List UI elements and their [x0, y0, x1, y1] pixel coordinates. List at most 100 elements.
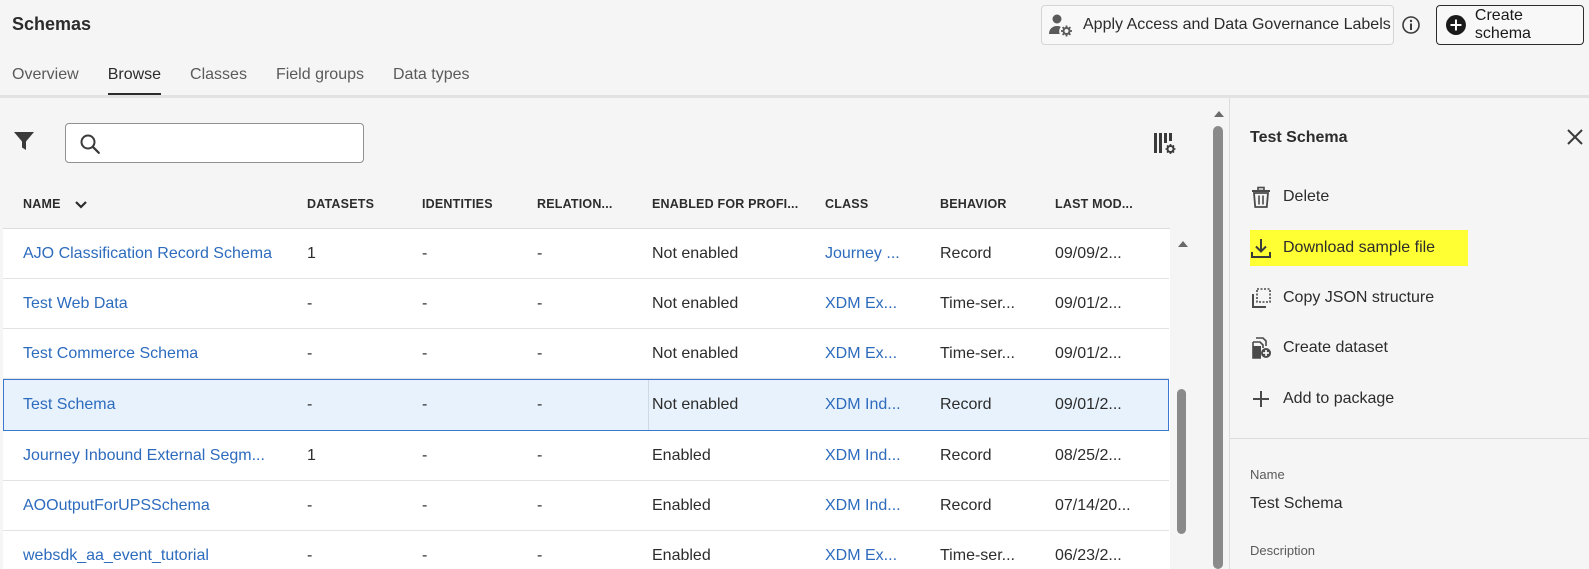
- last-modified-cell: 08/25/2...: [1055, 447, 1122, 464]
- copy-json-structure-action[interactable]: Copy JSON structure: [1250, 280, 1434, 316]
- trash-icon: [1252, 186, 1270, 208]
- add-to-package-action[interactable]: Add to package: [1250, 381, 1394, 417]
- identities-cell: -: [422, 345, 428, 362]
- description-label: Description: [1250, 543, 1316, 558]
- identities-cell: -: [422, 245, 428, 262]
- column-header-name[interactable]: NAME: [23, 194, 88, 228]
- name-value: Test Schema: [1250, 495, 1343, 512]
- class-link[interactable]: XDM Ind...: [825, 431, 901, 481]
- tab-field-groups[interactable]: Field groups: [276, 66, 364, 96]
- search-field[interactable]: [65, 123, 364, 163]
- table-row[interactable]: Journey Inbound External Segm... 1 - - E…: [3, 431, 1169, 481]
- create-dataset-action[interactable]: Create dataset: [1250, 330, 1388, 366]
- last-modified-cell: 07/14/20...: [1055, 497, 1131, 514]
- last-modified-cell: 09/09/2...: [1055, 245, 1122, 262]
- add-to-package-label: Add to package: [1283, 390, 1395, 407]
- schema-name-link[interactable]: Test Web Data: [23, 279, 293, 329]
- table-row[interactable]: Test Web Data - - - Not enabled XDM Ex..…: [3, 279, 1169, 329]
- profile-cell: Enabled: [652, 447, 711, 464]
- details-panel: Test Schema Delete Download sample file …: [1229, 98, 1589, 569]
- schema-name-link[interactable]: Test Commerce Schema: [23, 329, 293, 379]
- tab-overview[interactable]: Overview: [12, 66, 79, 96]
- behavior-cell: Time-ser...: [940, 295, 1015, 312]
- table-row-selected[interactable]: Test Schema - - - Not enabled XDM Ind...…: [3, 379, 1169, 431]
- identities-cell: -: [422, 497, 428, 514]
- delete-label: Delete: [1283, 188, 1330, 205]
- datasets-cell: 1: [307, 245, 316, 262]
- class-link[interactable]: Journey ...: [825, 229, 900, 279]
- delete-action[interactable]: Delete: [1250, 179, 1329, 215]
- schema-name-link[interactable]: Test Schema: [23, 380, 293, 430]
- column-settings-icon[interactable]: [1153, 131, 1177, 155]
- column-header-identities[interactable]: IDENTITIES: [422, 194, 493, 228]
- table-row[interactable]: AJO Classification Record Schema 1 - - N…: [3, 229, 1169, 279]
- page-title: Schemas: [12, 14, 92, 34]
- schema-name-link[interactable]: AJO Classification Record Schema: [23, 229, 293, 279]
- column-header-last-modified[interactable]: LAST MOD...: [1055, 194, 1133, 228]
- copy-json-structure-label: Copy JSON structure: [1283, 289, 1435, 306]
- search-input[interactable]: [110, 130, 350, 156]
- tab-classes[interactable]: Classes: [190, 66, 247, 96]
- schema-name-link[interactable]: AOOutputForUPSSchema: [23, 481, 293, 531]
- class-link[interactable]: XDM Ind...: [825, 380, 901, 430]
- apply-labels-button[interactable]: Apply Access and Data Governance Labels: [1041, 5, 1394, 45]
- schema-name-link[interactable]: websdk_aa_event_tutorial: [23, 531, 293, 569]
- table-row[interactable]: websdk_aa_event_tutorial - - - Enabled X…: [3, 531, 1169, 569]
- datasets-cell: -: [307, 497, 313, 514]
- create-schema-button[interactable]: Create schema: [1436, 5, 1584, 45]
- relationships-cell: -: [537, 547, 543, 564]
- user-gear-icon: [1049, 14, 1072, 37]
- close-icon[interactable]: [1566, 128, 1584, 146]
- profile-cell: Not enabled: [652, 396, 739, 413]
- table-scroll-up-arrow[interactable]: [1177, 240, 1189, 248]
- profile-cell: Not enabled: [652, 245, 739, 262]
- chevron-down-icon[interactable]: [74, 200, 88, 210]
- info-icon[interactable]: [1401, 15, 1421, 35]
- class-link[interactable]: XDM Ex...: [825, 279, 897, 329]
- tab-browse[interactable]: Browse: [107, 66, 162, 96]
- copy-icon: [1252, 288, 1271, 308]
- profile-cell: Enabled: [652, 547, 711, 564]
- class-link[interactable]: XDM Ex...: [825, 531, 897, 569]
- dataset-add-icon: [1252, 337, 1271, 359]
- relationships-cell: -: [537, 497, 543, 514]
- class-link[interactable]: XDM Ind...: [825, 481, 901, 531]
- table-row[interactable]: Test Commerce Schema - - - Not enabled X…: [3, 329, 1169, 379]
- behavior-cell: Time-ser...: [940, 345, 1015, 362]
- panel-divider: [1230, 438, 1589, 439]
- class-link[interactable]: XDM Ex...: [825, 329, 897, 379]
- create-schema-label: Create schema: [1474, 7, 1531, 42]
- column-header-relationships[interactable]: RELATION...: [537, 194, 613, 228]
- download-icon: [1251, 239, 1271, 258]
- datasets-cell: -: [307, 396, 313, 413]
- last-modified-cell: 09/01/2...: [1055, 295, 1122, 312]
- filter-icon[interactable]: [13, 130, 35, 152]
- table-scrollbar-thumb[interactable]: [1177, 389, 1186, 534]
- tab-bar: Overview Browse Classes Field groups Dat…: [12, 66, 498, 96]
- profile-cell: Not enabled: [652, 295, 739, 312]
- page-scrollbar-thumb[interactable]: [1213, 126, 1223, 569]
- identities-cell: -: [422, 295, 428, 312]
- behavior-cell: Record: [940, 497, 992, 514]
- identities-cell: -: [422, 396, 428, 413]
- column-header-behavior[interactable]: BEHAVIOR: [940, 194, 1007, 228]
- search-icon: [80, 134, 100, 154]
- panel-title: Test Schema: [1250, 129, 1348, 146]
- table-row[interactable]: AOOutputForUPSSchema - - - Enabled XDM I…: [3, 481, 1169, 531]
- column-header-class[interactable]: CLASS: [825, 194, 868, 228]
- column-header-profile[interactable]: ENABLED FOR PROFI...: [652, 194, 798, 228]
- behavior-cell: Time-ser...: [940, 547, 1015, 564]
- behavior-cell: Record: [940, 245, 992, 262]
- datasets-cell: -: [307, 345, 313, 362]
- datasets-cell: -: [307, 547, 313, 564]
- last-modified-cell: 09/01/2...: [1055, 345, 1122, 362]
- schema-name-link[interactable]: Journey Inbound External Segm...: [23, 431, 293, 481]
- last-modified-cell: 06/23/2...: [1055, 547, 1122, 564]
- relationships-cell: -: [537, 396, 543, 413]
- plus-icon: [1253, 391, 1269, 407]
- column-header-datasets[interactable]: DATASETS: [307, 194, 374, 228]
- download-sample-file-action[interactable]: Download sample file: [1250, 230, 1469, 266]
- create-dataset-label: Create dataset: [1283, 339, 1388, 356]
- tab-data-types[interactable]: Data types: [393, 66, 469, 96]
- page-scroll-up-arrow[interactable]: [1213, 110, 1225, 118]
